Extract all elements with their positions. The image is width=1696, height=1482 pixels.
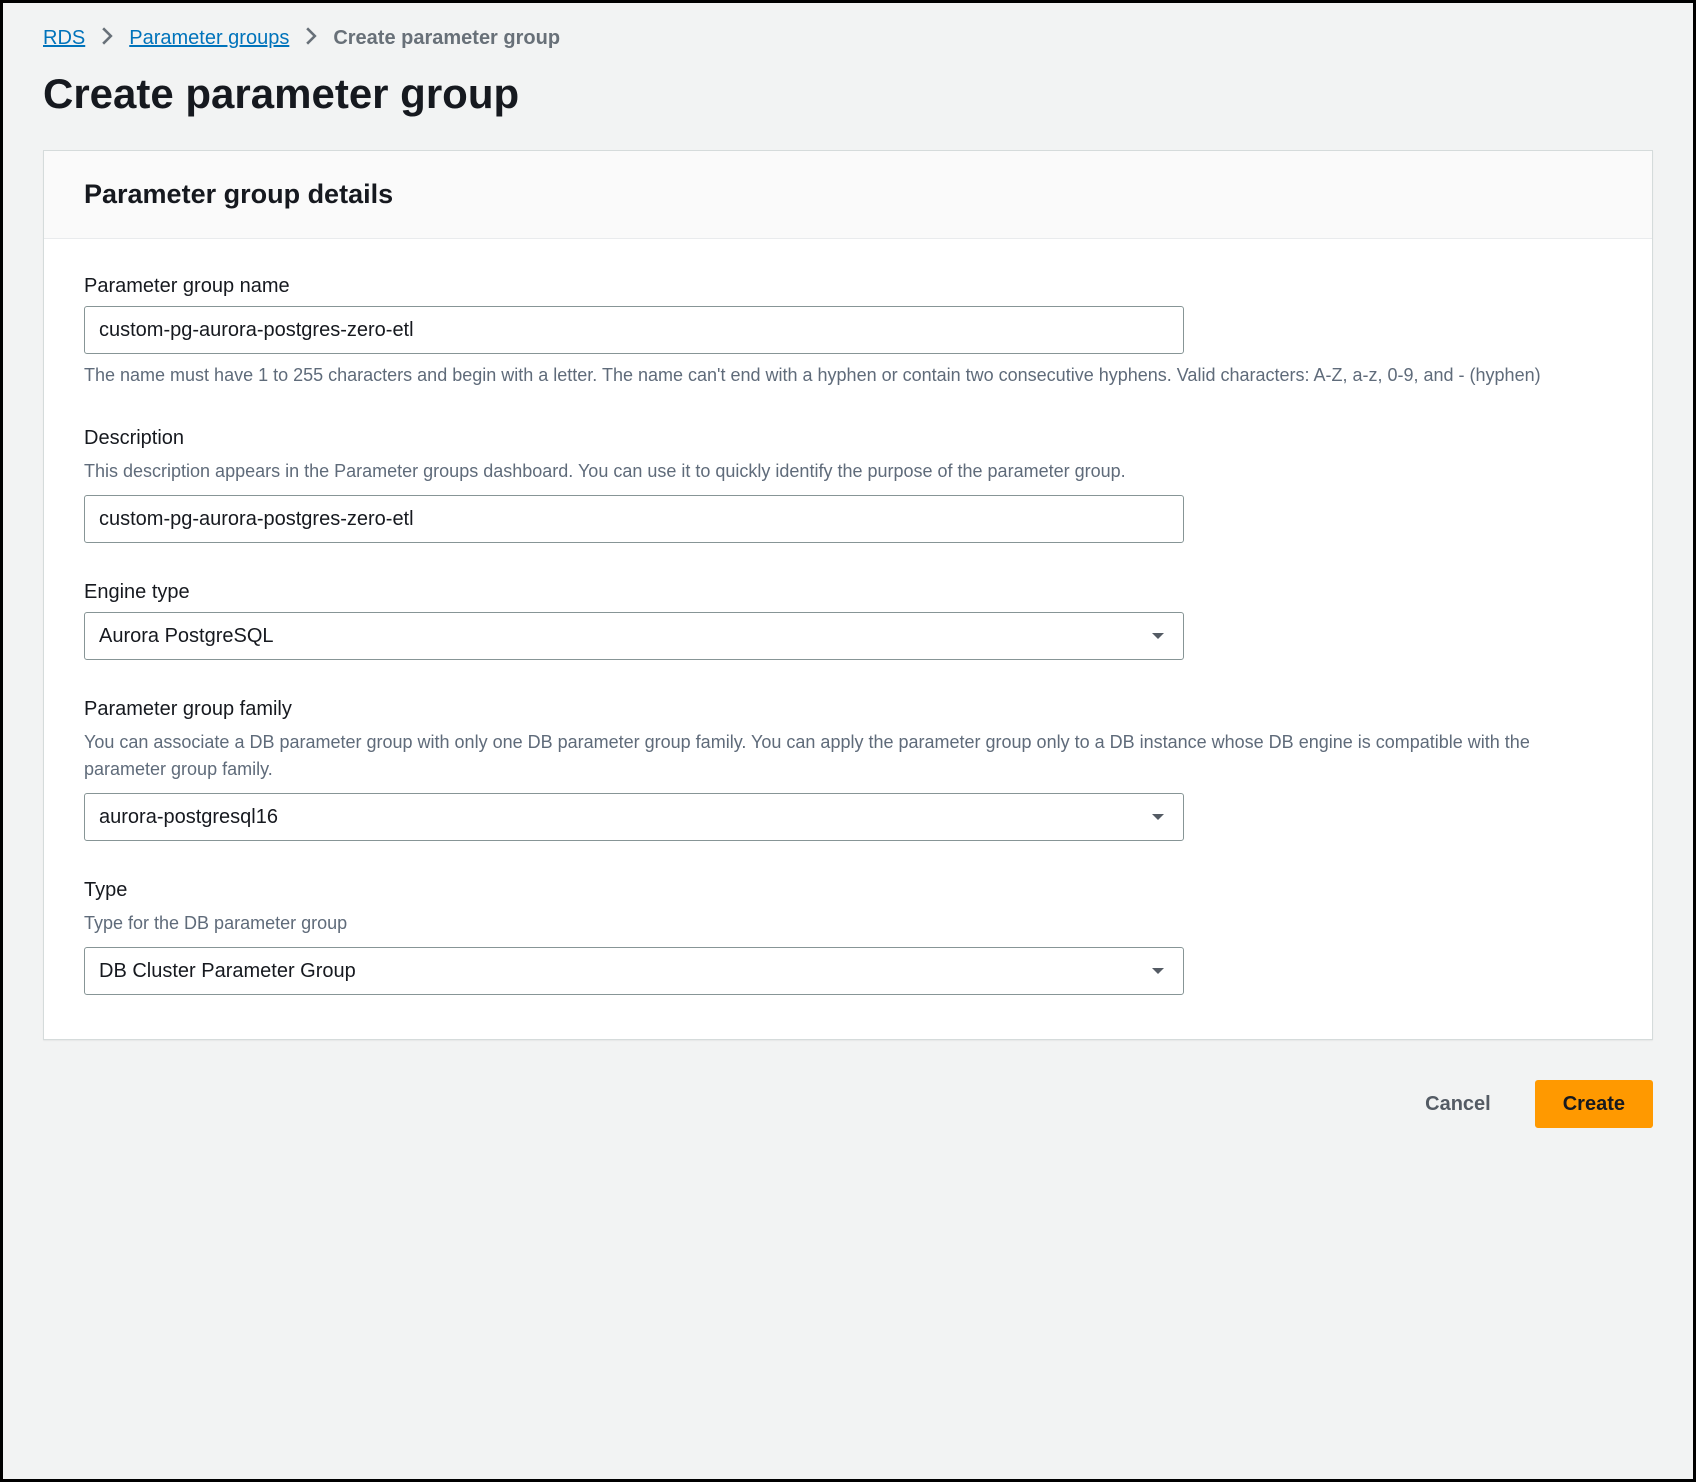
description-label: Description: [84, 427, 1612, 450]
type-select[interactable]: DB Cluster Parameter Group: [84, 947, 1184, 995]
breadcrumb-parameter-groups[interactable]: Parameter groups: [129, 27, 289, 50]
panel-header: Parameter group details: [44, 151, 1652, 239]
description-input[interactable]: [84, 495, 1184, 543]
form-actions: Cancel Create: [43, 1080, 1653, 1128]
chevron-right-icon: [101, 27, 113, 50]
create-button[interactable]: Create: [1535, 1080, 1653, 1128]
chevron-right-icon: [305, 27, 317, 50]
name-label: Parameter group name: [84, 275, 1612, 298]
parameter-group-details-panel: Parameter group details Parameter group …: [43, 150, 1653, 1040]
field-parameter-group-family: Parameter group family You can associate…: [84, 698, 1612, 841]
description-hint: This description appears in the Paramete…: [84, 458, 1612, 485]
field-type: Type Type for the DB parameter group DB …: [84, 879, 1612, 995]
engine-type-select[interactable]: Aurora PostgreSQL: [84, 612, 1184, 660]
field-engine-type: Engine type Aurora PostgreSQL: [84, 581, 1612, 660]
type-label: Type: [84, 879, 1612, 902]
type-hint: Type for the DB parameter group: [84, 910, 1612, 937]
name-hint: The name must have 1 to 255 characters a…: [84, 362, 1612, 389]
engine-type-label: Engine type: [84, 581, 1612, 604]
family-label: Parameter group family: [84, 698, 1612, 721]
field-description: Description This description appears in …: [84, 427, 1612, 543]
panel-body: Parameter group name The name must have …: [44, 239, 1652, 1039]
breadcrumb: RDS Parameter groups Create parameter gr…: [43, 27, 1653, 50]
page-title: Create parameter group: [43, 70, 1653, 118]
family-hint: You can associate a DB parameter group w…: [84, 729, 1612, 783]
cancel-button[interactable]: Cancel: [1397, 1080, 1519, 1128]
name-input[interactable]: [84, 306, 1184, 354]
family-select[interactable]: aurora-postgresql16: [84, 793, 1184, 841]
breadcrumb-rds[interactable]: RDS: [43, 27, 85, 50]
field-parameter-group-name: Parameter group name The name must have …: [84, 275, 1612, 389]
panel-title: Parameter group details: [84, 179, 1612, 210]
breadcrumb-current: Create parameter group: [333, 27, 560, 50]
